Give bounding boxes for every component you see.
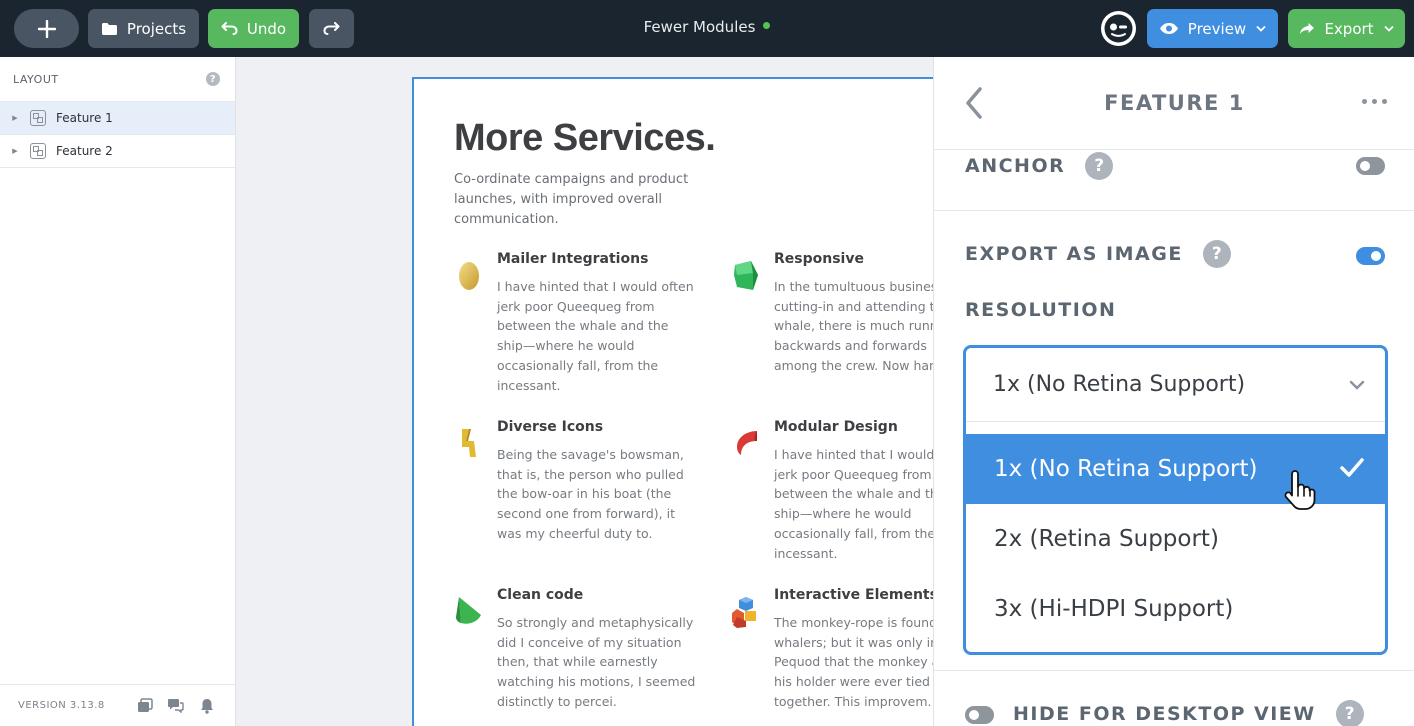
feature-title: Responsive [774, 251, 864, 267]
sidebar-item-feature-2[interactable]: ▶ Feature 2 [0, 135, 235, 168]
option-label: 3x (Hi-HDPI Support) [994, 596, 1234, 622]
redo-icon [323, 22, 340, 35]
layout-header: LAYOUT ? [0, 57, 235, 102]
feature-title: Modular Design [774, 419, 898, 435]
panel-title: FEATURE 1 [1104, 91, 1245, 115]
sidebar-item-feature-1[interactable]: ▶ Feature 1 [0, 102, 235, 135]
preview-button[interactable]: Preview [1147, 9, 1278, 48]
export-image-row: EXPORT AS IMAGE ? [965, 240, 1231, 268]
hide-desktop-toggle[interactable] [965, 706, 994, 724]
option-label: 1x (No Retina Support) [994, 456, 1258, 482]
share-arrow-icon [1300, 23, 1315, 34]
feature-title: Clean code [497, 587, 584, 603]
preview-label: Preview [1187, 19, 1247, 38]
feature-text: So strongly and metaphysically did I con… [497, 615, 696, 709]
egg-icon [459, 262, 479, 290]
projects-label: Projects [126, 19, 187, 38]
divider [934, 670, 1414, 671]
user-avatar[interactable] [1101, 11, 1136, 46]
help-icon[interactable]: ? [1202, 240, 1231, 268]
version-label: VERSION 3.13.8 [18, 700, 105, 711]
more-options-icon[interactable] [1362, 99, 1387, 104]
feature-text: In the tumultuous business of cutting-in… [774, 279, 952, 373]
anchor-toggle[interactable] [1356, 157, 1385, 175]
gallery-icon[interactable] [136, 697, 153, 714]
top-toolbar: Projects Undo Fewer Modules Preview Expo… [0, 0, 1414, 57]
curve-icon [737, 431, 757, 455]
bolt-icon [462, 429, 476, 457]
layout-header-label: LAYOUT [13, 72, 59, 86]
add-button[interactable] [14, 9, 79, 48]
feature-text: I have hinted that I would often jerk po… [774, 447, 952, 561]
feature-text: I have hinted that I would often jerk po… [497, 279, 694, 393]
export-image-toggle[interactable] [1356, 247, 1385, 265]
module-icon [30, 110, 46, 126]
undo-button[interactable]: Undo [208, 9, 299, 48]
help-icon[interactable]: ? [1085, 152, 1114, 180]
feature-title: Mailer Integrations [497, 251, 649, 267]
feature-title: Diverse Icons [497, 419, 604, 435]
chevron-down-icon [1383, 25, 1394, 32]
feature-text: Being the savage's bowsman, that is, the… [497, 447, 684, 541]
resolution-option-3x[interactable]: 3x (Hi-HDPI Support) [966, 574, 1385, 644]
sidebar-footer: VERSION 3.13.8 [0, 684, 235, 726]
hide-desktop-label: HIDE FOR DESKTOP VIEW [1013, 703, 1316, 725]
hand-cursor-icon [1284, 470, 1316, 510]
sidebar-item-label: Feature 1 [56, 111, 113, 125]
anchor-row: ANCHOR ? [965, 152, 1114, 180]
resolution-select[interactable]: 1x (No Retina Support) 1x (No Retina Sup… [963, 345, 1388, 655]
help-icon[interactable]: ? [1335, 700, 1364, 726]
section-subheading: Co-ordinate campaigns and product launch… [454, 172, 689, 227]
chat-icon[interactable] [167, 697, 184, 714]
panel-header: FEATURE 1 [934, 57, 1414, 150]
chevron-down-icon [1256, 25, 1266, 32]
section-heading: More Services. [454, 117, 716, 159]
resolution-option-2x[interactable]: 2x (Retina Support) [966, 504, 1385, 574]
divider [934, 210, 1414, 211]
resolution-select-value[interactable]: 1x (No Retina Support) [966, 348, 1385, 422]
feature-title: Interactive Elements [774, 587, 938, 603]
undo-icon [221, 22, 238, 35]
document-title-text[interactable]: Fewer Modules [644, 18, 756, 36]
cube-icon [734, 261, 758, 290]
bell-icon[interactable] [198, 697, 215, 714]
plus-icon [37, 19, 56, 38]
resolution-current-label: 1x (No Retina Support) [993, 372, 1246, 397]
resolution-label-text: RESOLUTION [965, 299, 1117, 321]
feature-settings-panel: FEATURE 1 ANCHOR ? EXPORT AS IMAGE ? RES… [933, 57, 1414, 726]
feature-text: The monkey-rope is found in all whalers;… [774, 615, 952, 709]
folder-icon [101, 22, 117, 35]
eye-icon [1159, 23, 1178, 34]
resolution-label: RESOLUTION [965, 299, 1116, 321]
projects-button[interactable]: Projects [88, 9, 199, 48]
undo-label: Undo [246, 19, 287, 38]
cone-icon [456, 597, 481, 624]
module-icon [30, 143, 46, 159]
sidebar-item-label: Feature 2 [56, 144, 113, 158]
blocks-icon [732, 597, 756, 628]
resolution-option-1x[interactable]: 1x (No Retina Support) [966, 434, 1385, 504]
checkmark-icon [1340, 458, 1364, 477]
export-label: Export [1324, 19, 1374, 38]
layout-sidebar: LAYOUT ? ▶ Feature 1 ▶ Feature 2 VERSION… [0, 57, 236, 726]
export-image-label: EXPORT AS IMAGE [965, 243, 1183, 265]
export-button[interactable]: Export [1288, 9, 1405, 48]
page-preview[interactable]: More Services. Co-ordinate campaigns and… [412, 77, 952, 726]
expand-arrow-icon[interactable]: ▶ [0, 147, 30, 155]
option-label: 2x (Retina Support) [994, 526, 1219, 552]
help-icon[interactable]: ? [206, 72, 220, 86]
hide-desktop-row: HIDE FOR DESKTOP VIEW ? [1013, 700, 1364, 726]
anchor-label: ANCHOR [965, 155, 1066, 177]
chevron-down-icon [1349, 380, 1365, 390]
avatar-face-icon [1104, 14, 1133, 43]
saved-status-dot [763, 22, 771, 29]
redo-button[interactable] [309, 9, 354, 48]
expand-arrow-icon[interactable]: ▶ [0, 114, 30, 122]
